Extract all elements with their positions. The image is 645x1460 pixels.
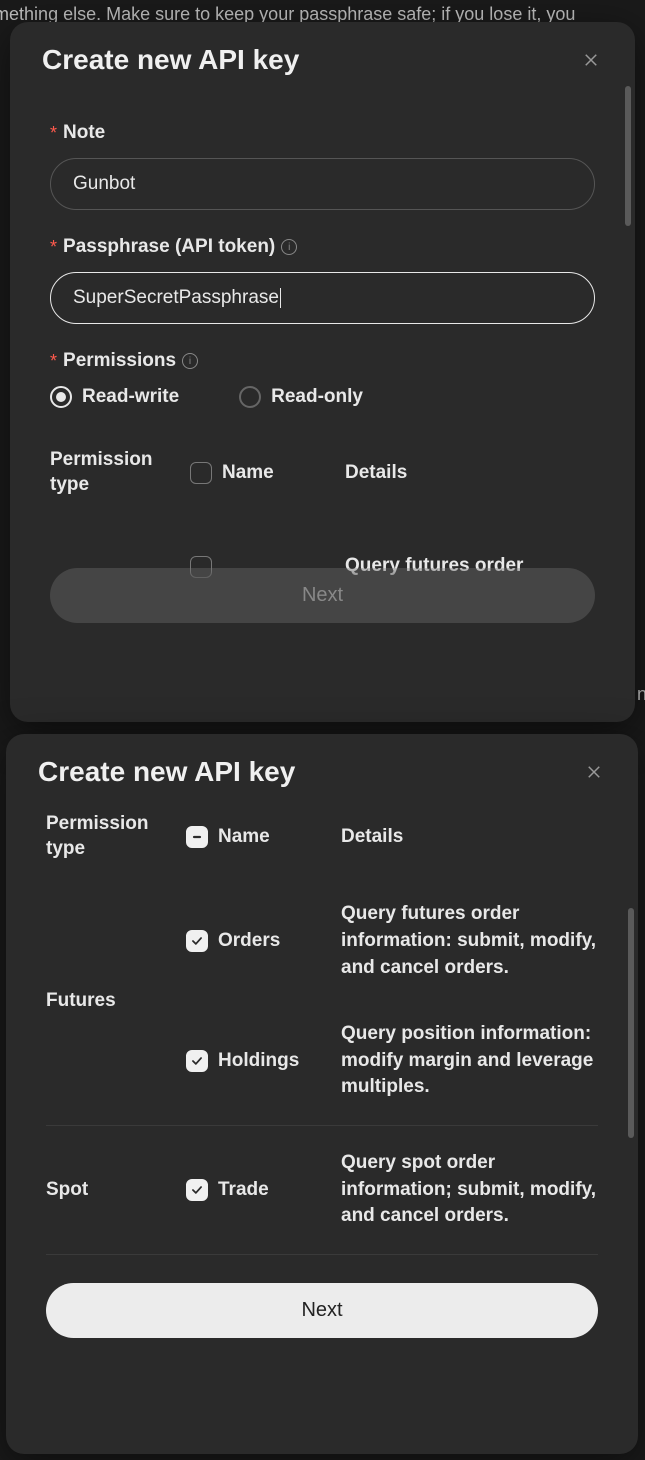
- passphrase-input[interactable]: SuperSecretPassphrase: [50, 272, 595, 324]
- scrollbar-thumb[interactable]: [628, 908, 634, 1138]
- next-button[interactable]: Next: [46, 1283, 598, 1338]
- close-icon: [582, 51, 600, 69]
- permissions-table-header: Permission type Name Details: [46, 802, 598, 877]
- col-details: Details: [345, 462, 595, 484]
- close-button[interactable]: [578, 756, 610, 788]
- indeterminate-icon: [190, 830, 204, 844]
- passphrase-value: SuperSecretPassphrase: [73, 287, 279, 309]
- permissions-table-header: Permission type Name Details: [50, 438, 595, 513]
- text-caret: [280, 288, 281, 308]
- permissions-label: Permissions: [63, 350, 176, 372]
- modal-title: Create new API key: [38, 756, 295, 788]
- check-icon: [190, 934, 204, 948]
- passphrase-label: Passphrase (API token): [63, 236, 275, 258]
- required-star: *: [50, 351, 57, 372]
- check-icon: [190, 1183, 204, 1197]
- row-checkbox[interactable]: [186, 930, 208, 952]
- group-type-label: Spot: [46, 1179, 186, 1201]
- row-name: Orders: [218, 930, 280, 952]
- close-button[interactable]: [575, 44, 607, 76]
- permissions-radio-read-only[interactable]: Read-only: [239, 386, 363, 408]
- permissions-radio-read-write[interactable]: Read-write: [50, 386, 179, 408]
- permissions-group-spot: Spot Trade Query spot order information;…: [46, 1126, 598, 1255]
- check-icon: [190, 1054, 204, 1068]
- radio-label: Read-write: [82, 386, 179, 408]
- col-details: Details: [341, 826, 598, 848]
- info-icon[interactable]: i: [281, 239, 297, 255]
- radio-icon: [50, 386, 72, 408]
- select-all-checkbox[interactable]: [186, 826, 208, 848]
- select-all-checkbox[interactable]: [190, 462, 212, 484]
- col-name: Name: [218, 826, 270, 848]
- row-details: Query position information: modify margi…: [341, 1021, 598, 1101]
- modal-header: Create new API key: [6, 734, 638, 798]
- row-name: Holdings: [218, 1050, 299, 1072]
- group-type-label: Futures: [46, 990, 186, 1012]
- note-field: * Note: [50, 122, 595, 210]
- modal-header: Create new API key: [10, 22, 635, 86]
- col-permission-type: Permission type: [50, 448, 190, 497]
- next-button[interactable]: Next: [50, 568, 595, 623]
- radio-label: Read-only: [271, 386, 363, 408]
- create-api-key-modal: Create new API key * Note * Passphrase (…: [10, 22, 635, 722]
- row-details: Query futures order information: submit,…: [341, 901, 598, 981]
- note-label: Note: [63, 122, 105, 144]
- modal-body: Permission type Name Details Futures Ord…: [6, 798, 638, 1265]
- required-star: *: [50, 237, 57, 258]
- modal-title: Create new API key: [42, 44, 299, 76]
- row-details: Query spot order information; submit, mo…: [341, 1150, 598, 1230]
- modal-body: * Note * Passphrase (API token) i SuperS…: [10, 86, 635, 608]
- radio-icon: [239, 386, 261, 408]
- row-name: Trade: [218, 1179, 269, 1201]
- permissions-field: * Permissions i Read-write Read-only: [50, 350, 595, 408]
- create-api-key-modal: Create new API key Permission type Name …: [6, 734, 638, 1454]
- note-input[interactable]: [50, 158, 595, 210]
- background-text-line: n: [637, 680, 645, 709]
- modal-footer: Next: [6, 1265, 638, 1366]
- close-icon: [585, 763, 603, 781]
- info-icon[interactable]: i: [182, 353, 198, 369]
- modal-footer: Next: [10, 568, 635, 651]
- scrollbar-thumb[interactable]: [625, 86, 631, 226]
- col-permission-type: Permission type: [46, 812, 186, 861]
- row-checkbox[interactable]: [186, 1179, 208, 1201]
- col-name: Name: [222, 462, 274, 484]
- passphrase-field: * Passphrase (API token) i SuperSecretPa…: [50, 236, 595, 324]
- permissions-group-futures: Futures Orders Query futures order infor…: [46, 877, 598, 1126]
- required-star: *: [50, 123, 57, 144]
- row-checkbox[interactable]: [186, 1050, 208, 1072]
